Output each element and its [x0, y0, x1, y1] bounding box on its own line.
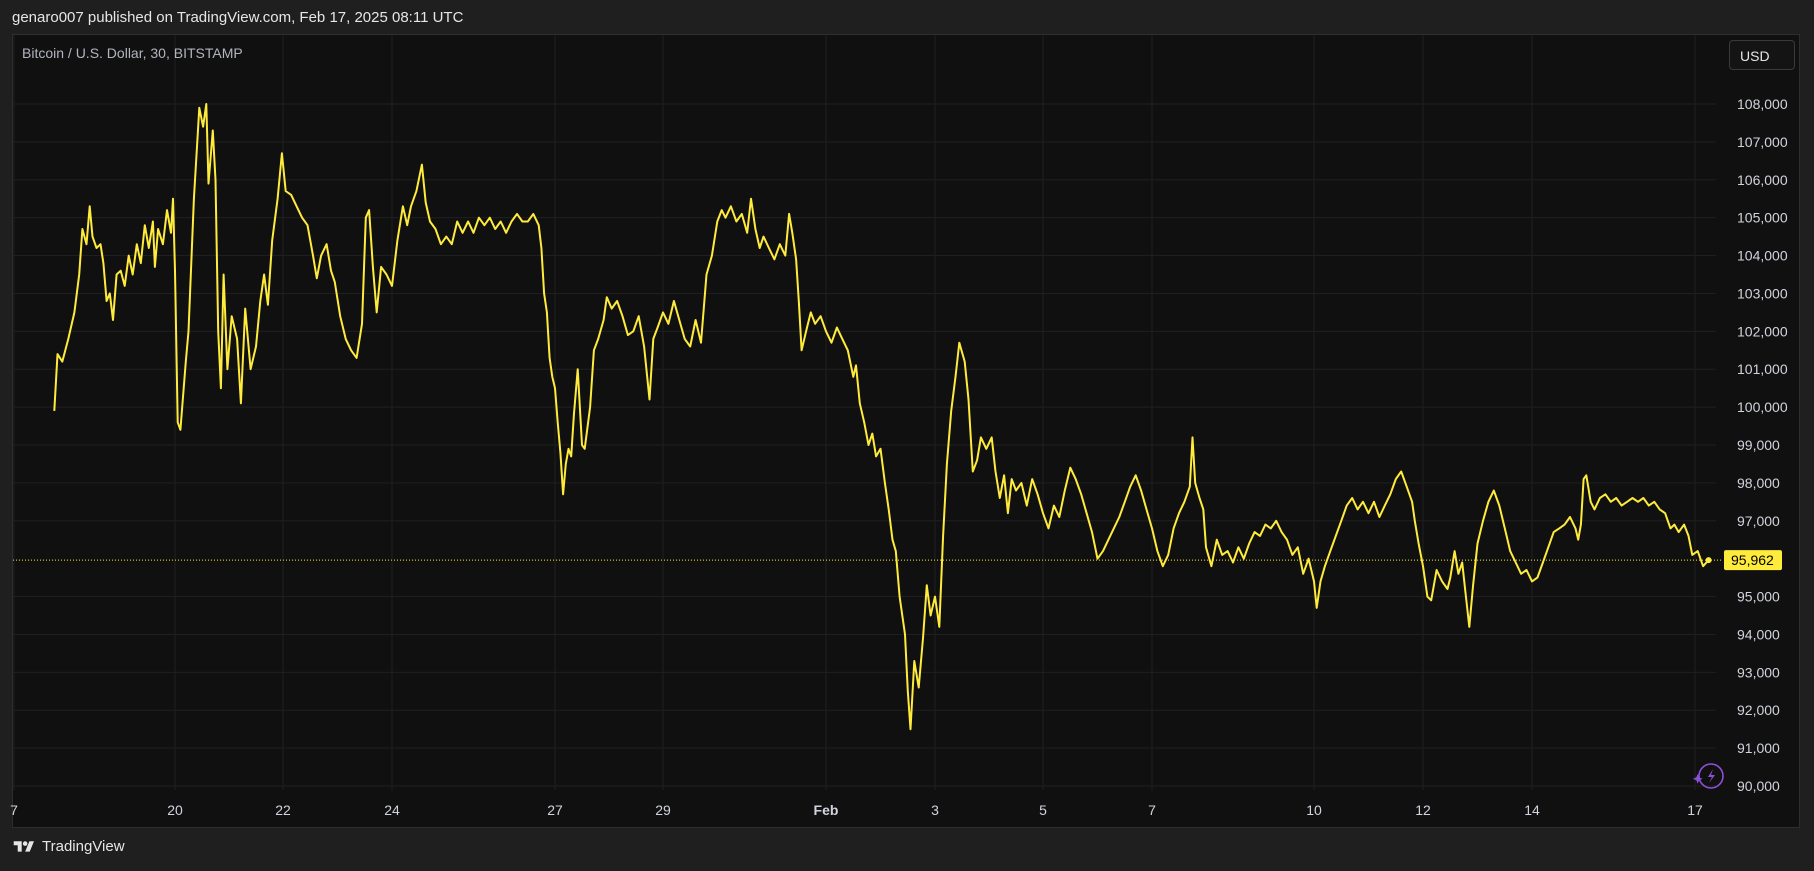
y-tick-label: 100,000: [1737, 399, 1788, 415]
x-tick-label: 7: [1148, 802, 1156, 818]
assistant-icon[interactable]: [1692, 763, 1724, 789]
y-tick-label: 90,000: [1737, 778, 1780, 794]
y-tick-label: 105,000: [1737, 210, 1788, 226]
x-tick-label: 27: [547, 802, 563, 818]
x-tick-label: 29: [655, 802, 671, 818]
y-tick-label: 93,000: [1737, 664, 1780, 680]
x-tick-label: 12: [1415, 802, 1431, 818]
x-tick-label: 5: [1039, 802, 1047, 818]
y-tick-label: 102,000: [1737, 323, 1788, 339]
x-tick-label: 3: [931, 802, 939, 818]
x-tick-label: 17: [1687, 802, 1703, 818]
y-tick-label: 92,000: [1737, 702, 1780, 718]
price-series-line: [53, 103, 1710, 731]
x-tick-label: Feb: [814, 802, 839, 818]
y-tick-label: 104,000: [1737, 248, 1788, 264]
x-axis: 7 20 22 24 27 29 Feb 3 5 7 10 12 14 17: [10, 802, 1703, 818]
footer: TradingView: [12, 838, 125, 855]
y-tick-label: 97,000: [1737, 513, 1780, 529]
y-tick-label: 106,000: [1737, 172, 1788, 188]
last-price-label: 95,962: [1731, 552, 1774, 568]
x-tick-label: 10: [1306, 802, 1322, 818]
y-tick-label: 94,000: [1737, 626, 1780, 642]
last-price-line: [13, 557, 1722, 564]
y-axis: 108,000 107,000 106,000 105,000 104,000 103,0…: [1737, 96, 1788, 794]
tradingview-logo-icon[interactable]: [12, 839, 36, 855]
currency-button[interactable]: USD: [1729, 40, 1795, 70]
x-tick-label: 22: [275, 802, 291, 818]
y-tick-label: 95,000: [1737, 589, 1780, 605]
y-tick-label: 99,000: [1737, 437, 1780, 453]
y-tick-label: 98,000: [1737, 475, 1780, 491]
grid-lines: [13, 35, 1716, 790]
x-tick-label: 24: [384, 802, 400, 818]
y-tick-label: 108,000: [1737, 96, 1788, 112]
x-tick-label: 14: [1524, 802, 1540, 818]
y-tick-label: 91,000: [1737, 740, 1780, 756]
y-tick-label: 107,000: [1737, 134, 1788, 150]
price-chart[interactable]: 108,000 107,000 106,000 105,000 104,000 103,0…: [0, 0, 1814, 871]
symbol-title: Bitcoin / U.S. Dollar, 30, BITSTAMP: [22, 45, 243, 61]
x-tick-label: 7: [10, 802, 18, 818]
x-tick-label: 20: [167, 802, 183, 818]
last-price-tag: 95,962: [1724, 550, 1782, 571]
y-tick-label: 101,000: [1737, 361, 1788, 377]
footer-brand[interactable]: TradingView: [42, 838, 125, 855]
y-tick-label: 103,000: [1737, 285, 1788, 301]
